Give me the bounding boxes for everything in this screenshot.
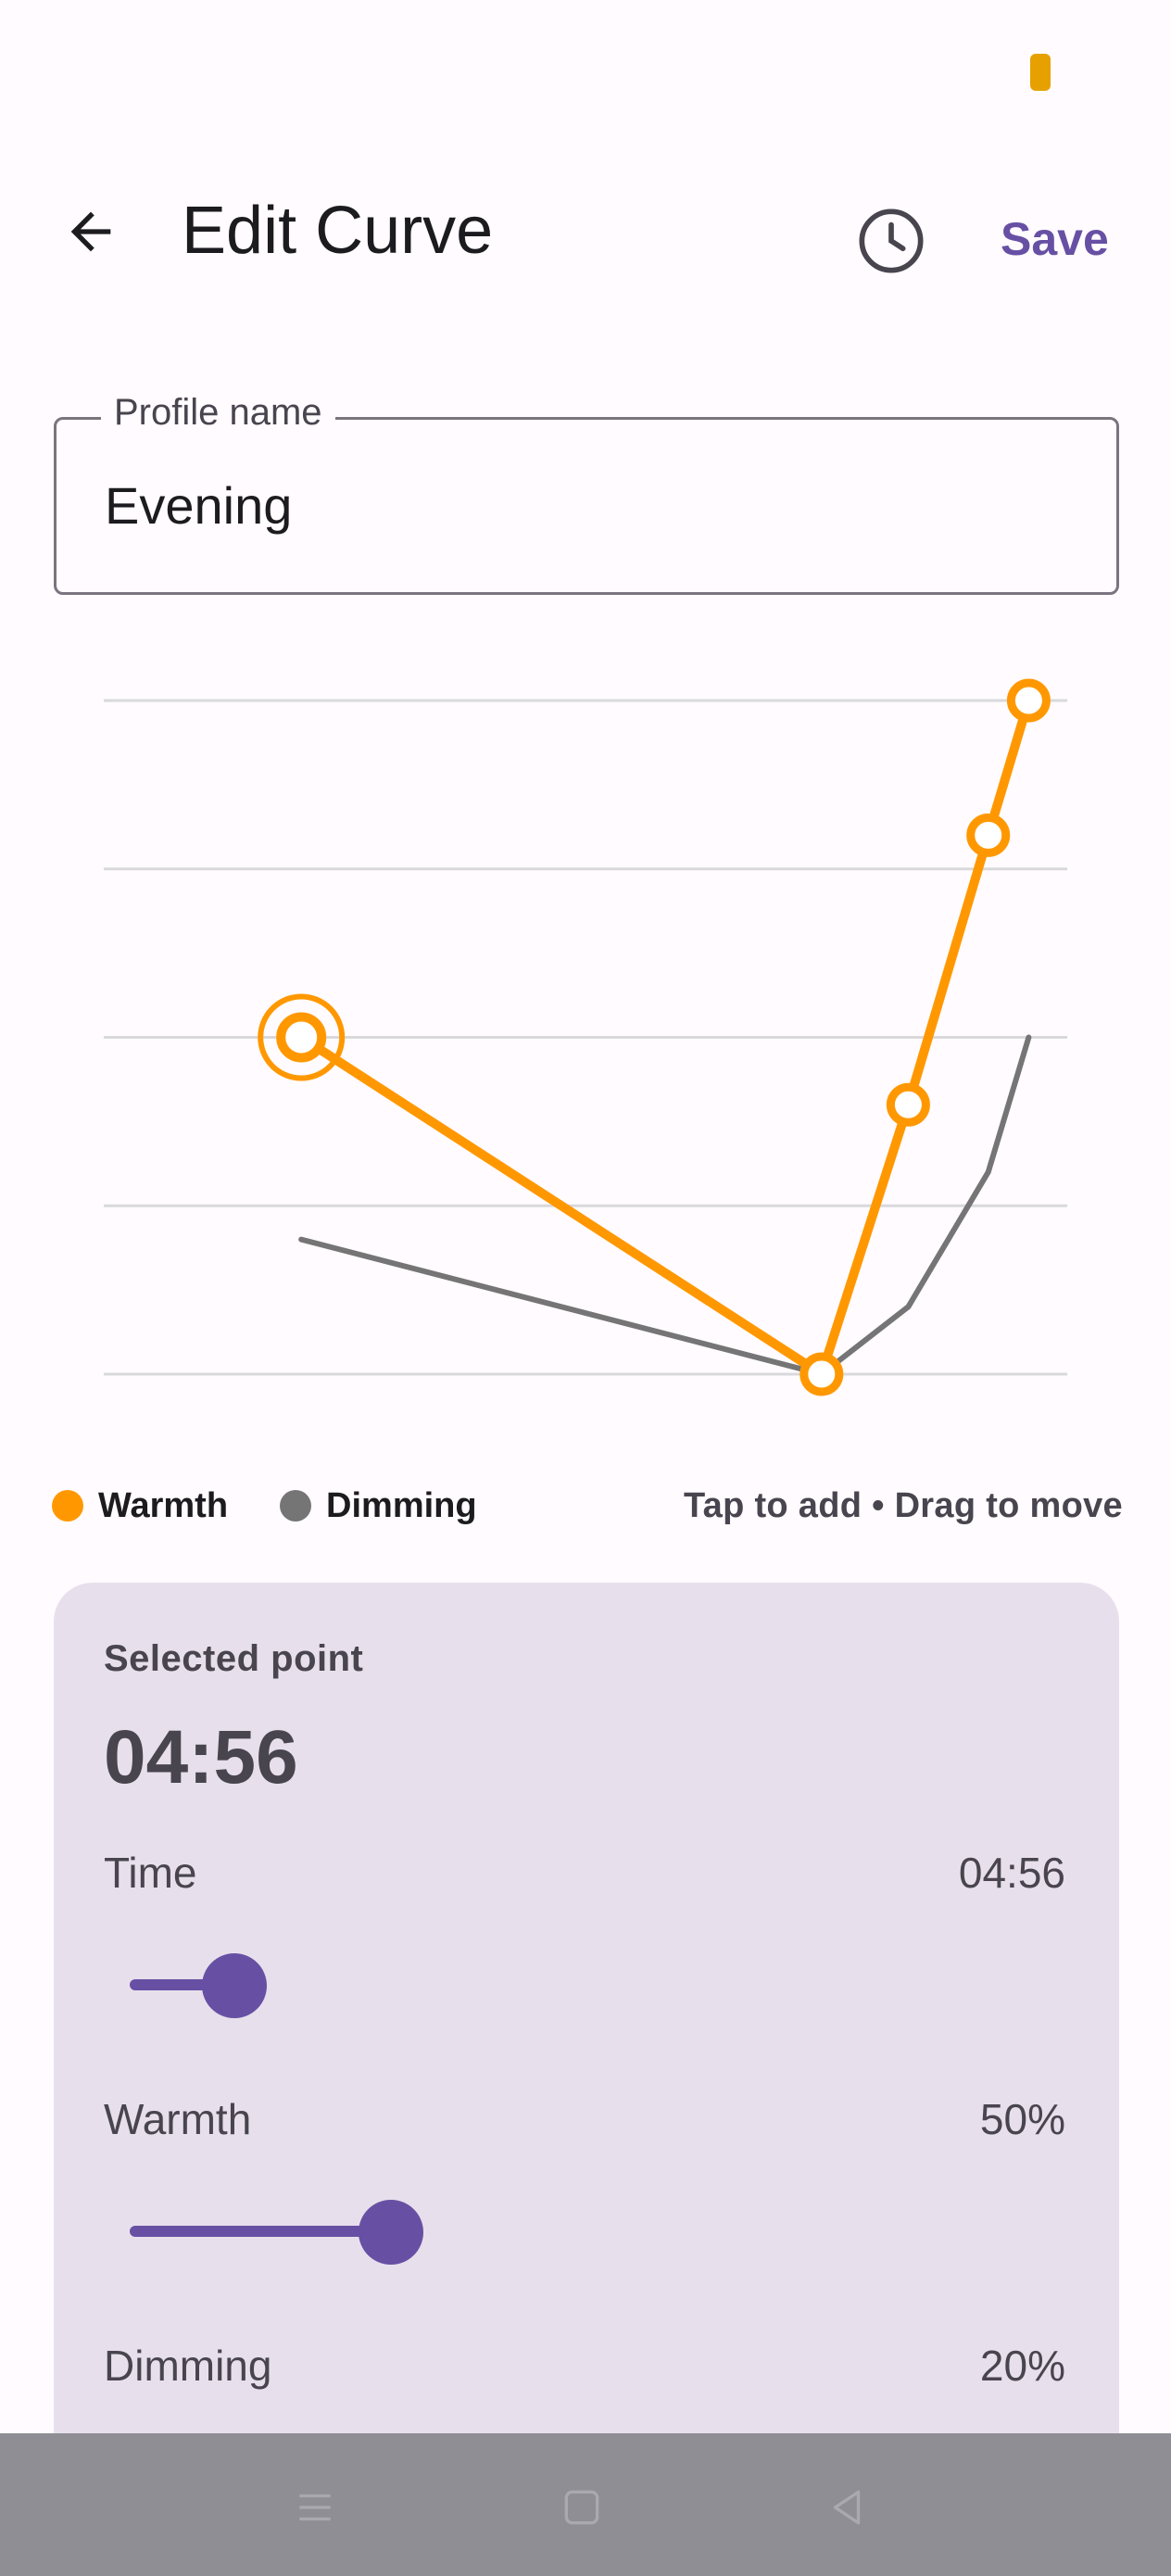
time-value: 04:56 (958, 1849, 1065, 1897)
battery-icon (1030, 54, 1051, 91)
warmth-value: 50% (979, 2095, 1065, 2143)
app-bar: Edit Curve Save (0, 139, 1171, 324)
warmth-legend-label: Warmth (98, 1485, 229, 1525)
history-button[interactable] (845, 195, 938, 287)
chart-hint: Tap to add • Drag to move (683, 1485, 1123, 1525)
home-button[interactable] (535, 2461, 628, 2554)
system-back-button[interactable] (800, 2461, 893, 2554)
recents-button[interactable] (269, 2461, 361, 2554)
dimming-value: 20% (979, 2342, 1065, 2390)
selected-point-caption: Selected point (104, 1638, 364, 1679)
selected-warmth-point (276, 1012, 327, 1063)
warmth-point[interactable] (886, 1082, 930, 1127)
system-nav-bar (0, 2433, 1171, 2576)
save-button[interactable]: Save (1001, 202, 1109, 276)
warmth-point[interactable] (800, 1352, 844, 1396)
time-slider-thumb[interactable] (202, 1953, 267, 2018)
warmth-label: Warmth (104, 2095, 252, 2143)
profile-name-field[interactable]: Profile name Evening (54, 392, 1119, 595)
status-bar (0, 0, 1171, 139)
back-triangle-icon (833, 2490, 861, 2525)
warmth-legend-dot (52, 1490, 83, 1522)
time-slider[interactable] (130, 1948, 1056, 2022)
clock-icon (859, 208, 924, 273)
dimming-legend-label: Dimming (326, 1485, 477, 1525)
menu-icon (299, 2494, 331, 2521)
warmth-point[interactable] (1006, 678, 1051, 723)
time-label: Time (104, 1849, 197, 1897)
dimming-label: Dimming (104, 2342, 272, 2390)
warmth-slider-thumb[interactable] (359, 2200, 423, 2265)
profile-name-label: Profile name (101, 392, 335, 434)
arrow-back-icon (70, 211, 111, 252)
profile-name-value[interactable]: Evening (105, 475, 292, 536)
curve-chart[interactable] (0, 649, 1171, 1418)
back-button[interactable] (44, 185, 137, 278)
selected-point-time: 04:56 (104, 1715, 298, 1799)
dimming-legend-dot (280, 1490, 312, 1522)
warmth-point[interactable] (966, 813, 1011, 857)
chart-legend: Warmth Dimming Tap to add • Drag to move (52, 1478, 1123, 1534)
home-icon (564, 2490, 599, 2525)
selected-point-panel: Selected point 04:56 Time 04:56 Warmth 5… (54, 1583, 1119, 2576)
warmth-slider[interactable] (130, 2194, 1056, 2268)
warmth-slider-track (130, 2226, 391, 2237)
page-title: Edit Curve (182, 194, 494, 268)
